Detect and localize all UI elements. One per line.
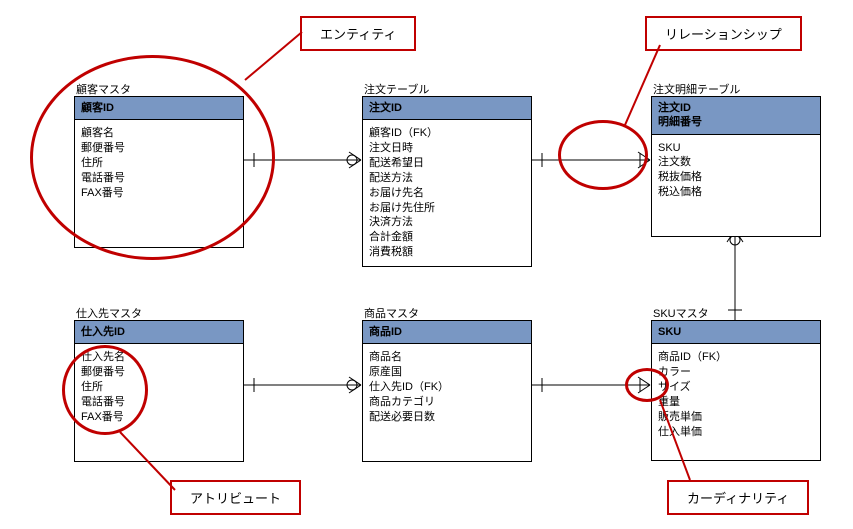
attr: SKU	[658, 141, 814, 156]
order-entity-title: 注文テーブル	[364, 81, 429, 97]
customer-entity: 顧客ID 顧客名 郵便番号 住所 電話番号 FAX番号	[74, 96, 244, 248]
pk-field: 注文ID	[369, 101, 525, 115]
attr: 商品ID（FK）	[658, 350, 814, 365]
attr: 郵便番号	[81, 365, 237, 380]
attr: 税込価格	[658, 185, 814, 200]
attr: お届け先住所	[369, 201, 525, 216]
attr: 仕入先名	[81, 350, 237, 365]
attr: 住所	[81, 380, 237, 395]
customer-attrs: 顧客名 郵便番号 住所 電話番号 FAX番号	[75, 120, 243, 246]
attr: 配送希望日	[369, 156, 525, 171]
attr: 税抜価格	[658, 170, 814, 185]
relationship-label: リレーションシップ	[645, 16, 802, 51]
pk-field: 顧客ID	[81, 101, 237, 115]
product-entity-title: 商品マスタ	[364, 305, 419, 321]
supplier-entity-title: 仕入先マスタ	[76, 305, 142, 321]
orderdetail-attrs: SKU 注文数 税抜価格 税込価格	[652, 135, 820, 236]
attr: 仕入先ID（FK）	[369, 380, 525, 395]
attr: 住所	[81, 156, 237, 171]
attr: FAX番号	[81, 410, 237, 425]
orderdetail-entity: 注文ID 明細番号 SKU 注文数 税抜価格 税込価格	[651, 96, 821, 237]
supplier-pk: 仕入先ID	[75, 321, 243, 344]
attr: 仕入単価	[658, 425, 814, 440]
attr: 電話番号	[81, 171, 237, 186]
attr: 販売単価	[658, 410, 814, 425]
product-pk: 商品ID	[363, 321, 531, 344]
attr: 商品カテゴリ	[369, 395, 525, 410]
attr: 顧客ID（FK）	[369, 126, 525, 141]
entity-label: エンティティ	[300, 16, 416, 51]
attr: サイズ	[658, 380, 814, 395]
product-entity: 商品ID 商品名 原産国 仕入先ID（FK） 商品カテゴリ 配送必要日数	[362, 320, 532, 462]
attr: 原産国	[369, 365, 525, 380]
supplier-entity: 仕入先ID 仕入先名 郵便番号 住所 電話番号 FAX番号	[74, 320, 244, 462]
pk-field: 商品ID	[369, 325, 525, 339]
pk-field: 注文ID	[658, 101, 814, 115]
attr: 配送必要日数	[369, 410, 525, 425]
attr: 顧客名	[81, 126, 237, 141]
attr: 注文数	[658, 155, 814, 170]
pk-field: SKU	[658, 325, 814, 339]
orderdetail-entity-title: 注文明細テーブル	[653, 81, 740, 97]
orderdetail-pk: 注文ID 明細番号	[652, 97, 820, 135]
supplier-attrs: 仕入先名 郵便番号 住所 電話番号 FAX番号	[75, 344, 243, 460]
product-attrs: 商品名 原産国 仕入先ID（FK） 商品カテゴリ 配送必要日数	[363, 344, 531, 460]
attribute-label: アトリビュート	[170, 480, 301, 515]
attr: お届け先名	[369, 186, 525, 201]
attr: 消費税額	[369, 245, 525, 260]
sku-attrs: 商品ID（FK） カラー サイズ 重量 販売単価 仕入単価	[652, 344, 820, 460]
attr: カラー	[658, 365, 814, 380]
attr: 電話番号	[81, 395, 237, 410]
attr: FAX番号	[81, 186, 237, 201]
sku-entity-title: SKUマスタ	[653, 305, 709, 321]
pk-field: 明細番号	[658, 115, 814, 129]
attr: 合計金額	[369, 230, 525, 245]
order-entity: 注文ID 顧客ID（FK） 注文日時 配送希望日 配送方法 お届け先名 お届け先…	[362, 96, 532, 267]
attr: 注文日時	[369, 141, 525, 156]
attr: 商品名	[369, 350, 525, 365]
order-pk: 注文ID	[363, 97, 531, 120]
customer-pk: 顧客ID	[75, 97, 243, 120]
cardinality-label: カーディナリティ	[667, 480, 809, 515]
sku-pk: SKU	[652, 321, 820, 344]
order-attrs: 顧客ID（FK） 注文日時 配送希望日 配送方法 お届け先名 お届け先住所 決済…	[363, 120, 531, 266]
attr: 郵便番号	[81, 141, 237, 156]
sku-entity: SKU 商品ID（FK） カラー サイズ 重量 販売単価 仕入単価	[651, 320, 821, 461]
pk-field: 仕入先ID	[81, 325, 237, 339]
attr: 重量	[658, 395, 814, 410]
customer-entity-title: 顧客マスタ	[76, 81, 131, 97]
relationship-annotation-circle	[558, 120, 648, 190]
attr: 決済方法	[369, 215, 525, 230]
attr: 配送方法	[369, 171, 525, 186]
